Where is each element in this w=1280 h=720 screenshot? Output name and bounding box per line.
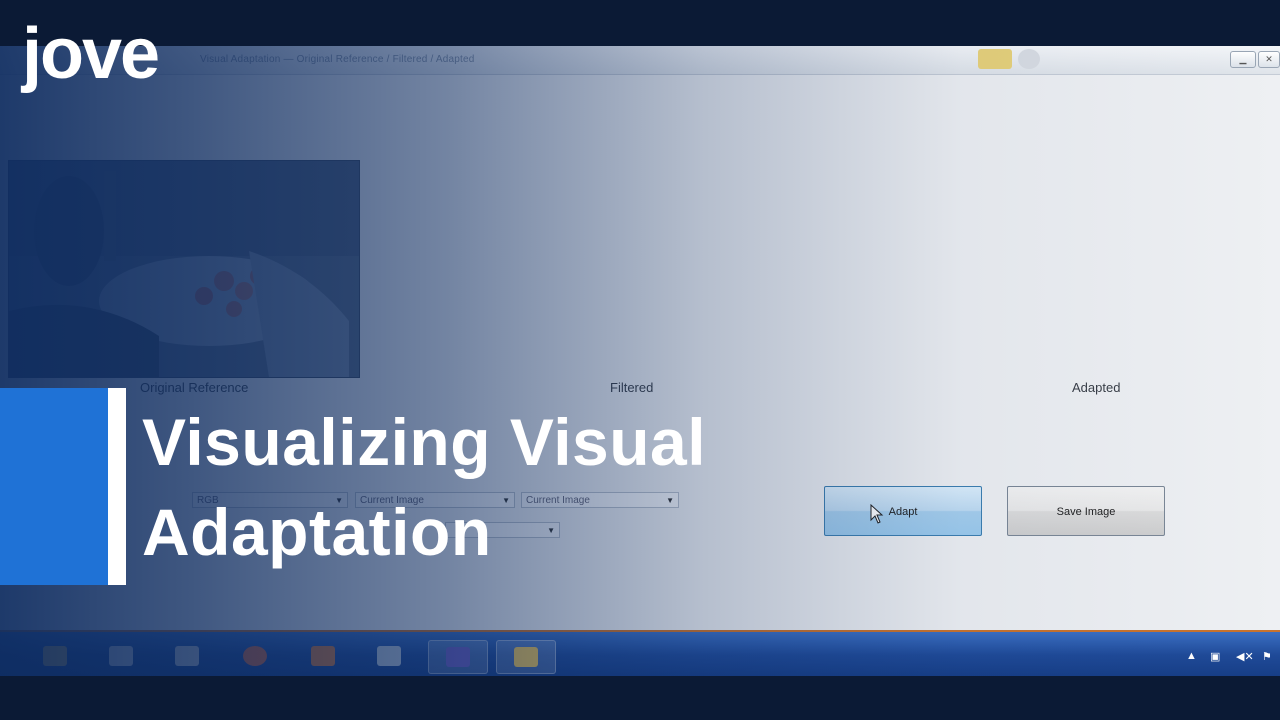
taskbar: ▲ ▣ ◀✕ ⚑ <box>0 630 1280 678</box>
top-letterbox <box>0 0 1280 46</box>
matlab-icon <box>311 646 335 666</box>
folder-icon <box>43 646 67 666</box>
adapt-button[interactable]: Adapt <box>824 486 982 536</box>
title-divider-bar <box>108 388 126 585</box>
flag-icon[interactable]: ⚑ <box>1262 650 1272 663</box>
taskbar-documents[interactable] <box>158 640 216 672</box>
image-editor-icon <box>377 646 401 666</box>
documents-icon <box>175 646 199 666</box>
title-accent-bar <box>0 388 108 585</box>
chevron-down-icon: ▼ <box>666 496 674 505</box>
app-window-icon <box>514 647 538 667</box>
save-image-button-label: Save Image <box>1056 506 1116 518</box>
filtered-label: Filtered <box>610 380 654 395</box>
jove-logo: jove <box>22 14 160 94</box>
chevron-down-icon: ▼ <box>547 526 555 535</box>
original-reference-image <box>8 160 360 378</box>
show-hidden-icons[interactable]: ▲ <box>1186 650 1197 662</box>
taskbar-image-editor[interactable] <box>360 640 418 672</box>
device-icon[interactable]: ▣ <box>1210 650 1220 663</box>
window-titlebar: Visual Adaptation — Original Reference /… <box>0 46 1280 75</box>
video-title-line-1: Visualizing Visual <box>142 405 707 479</box>
taskbar-visual-studio[interactable] <box>428 640 488 674</box>
original-reference-label: Original Reference <box>140 380 249 395</box>
bottom-letterbox <box>0 676 1280 720</box>
visual-studio-icon <box>446 647 470 667</box>
toolbar-circle-icon[interactable] <box>1018 49 1040 69</box>
toolbar-icon[interactable] <box>978 49 1012 69</box>
taskbar-matlab[interactable] <box>294 640 352 672</box>
mouse-cursor-icon <box>870 504 884 524</box>
browser-icon <box>243 646 267 666</box>
target-image-select[interactable]: Current Image ▼ <box>521 492 679 508</box>
taskbar-folder[interactable] <box>26 640 84 672</box>
taskbar-media-player[interactable] <box>92 640 150 672</box>
close-button[interactable]: ✕ <box>1258 51 1280 68</box>
volume-muted-icon[interactable]: ◀✕ <box>1236 650 1254 663</box>
media-player-icon <box>109 646 133 666</box>
adapt-button-label: Adapt <box>888 506 918 518</box>
target-select-value: Current Image <box>526 495 590 506</box>
window-title: Visual Adaptation — Original Reference /… <box>200 54 475 65</box>
taskbar-app-window[interactable] <box>496 640 556 674</box>
save-image-button[interactable]: Save Image <box>1007 486 1165 536</box>
chevron-down-icon: ▼ <box>502 496 510 505</box>
taskbar-browser[interactable] <box>226 640 284 672</box>
adapted-label: Adapted <box>1072 380 1121 395</box>
minimize-button[interactable]: ▁ <box>1230 51 1256 68</box>
video-title-line-2: Adaptation <box>142 495 492 569</box>
